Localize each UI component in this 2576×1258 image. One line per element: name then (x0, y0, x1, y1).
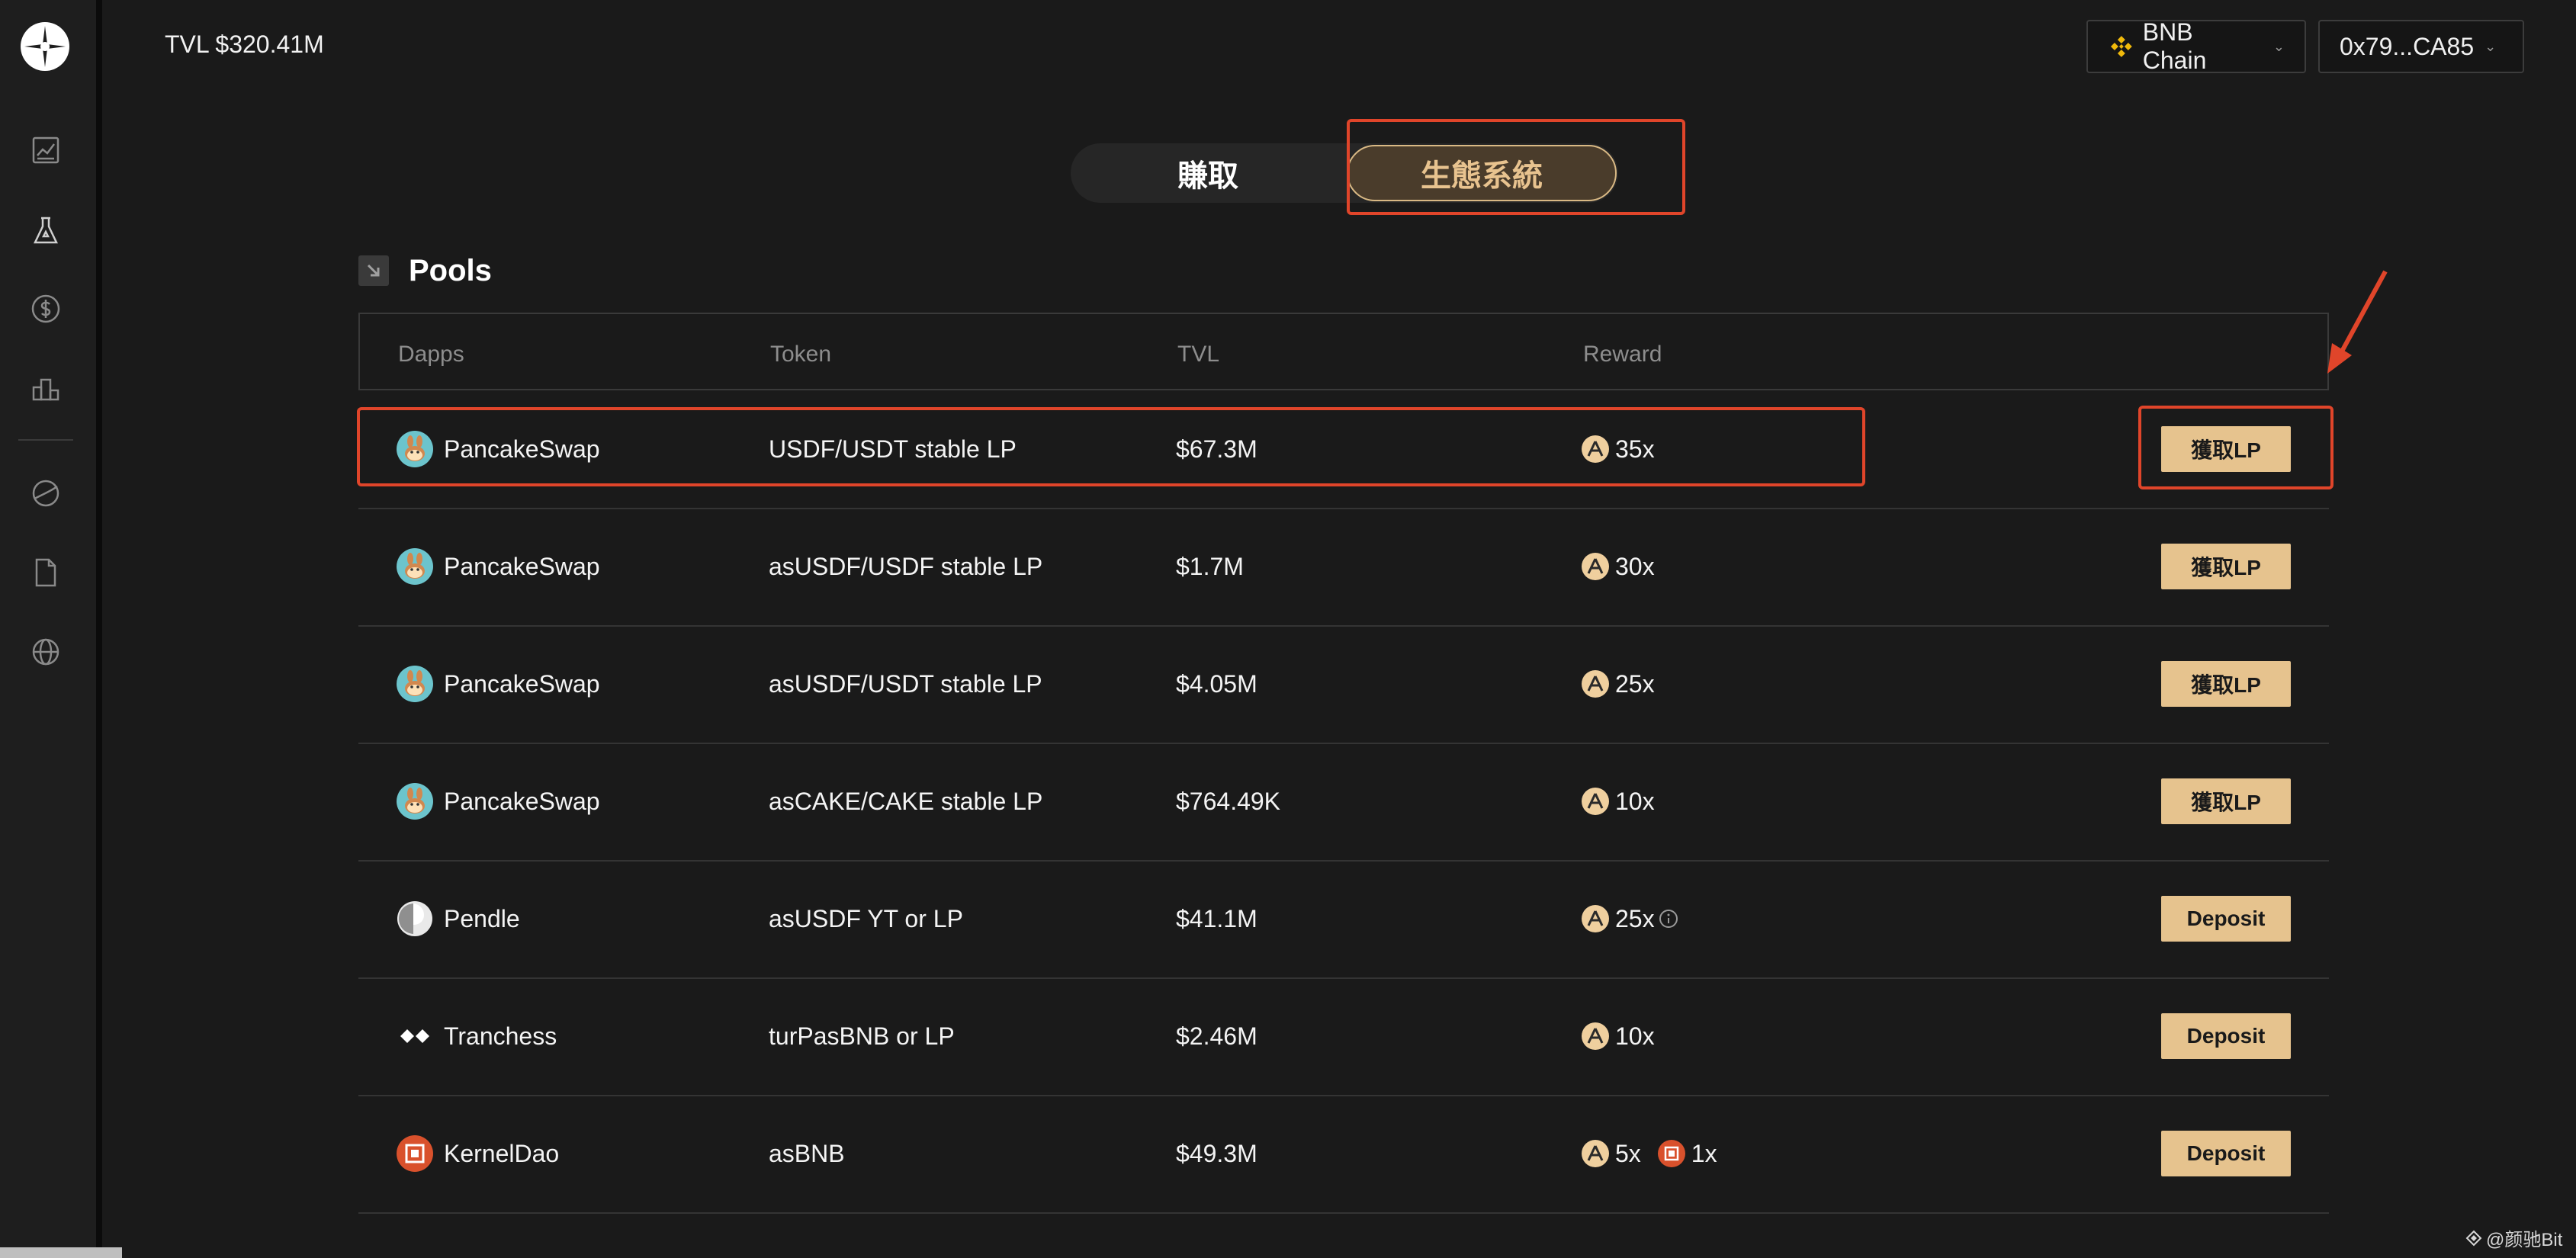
globe-icon[interactable] (28, 634, 63, 669)
chart-icon[interactable] (28, 133, 63, 168)
chain-selector[interactable]: BNB Chain ⌄ (2086, 18, 2306, 74)
watermark: @颜驰Bit (2465, 1224, 2562, 1251)
annotation-highlight-row (357, 407, 1865, 486)
sidebar (0, 0, 96, 1258)
table-row: Pendle asUSDF YT or LP $41.1M 25x Deposi… (358, 860, 2329, 979)
token-name: asUSDF/USDT stable LP (769, 669, 1042, 698)
reward-multiplier: 5x (1615, 1139, 1641, 1167)
deposit-button[interactable]: Deposit (2161, 1013, 2291, 1059)
info-icon[interactable] (1658, 908, 1679, 929)
leaderboard-icon[interactable] (28, 371, 63, 406)
chain-label: BNB Chain (2142, 18, 2207, 74)
aster-token-icon (1582, 905, 1609, 932)
pool-tvl: $2.46M (1176, 1022, 1257, 1050)
tranchess-icon (397, 1018, 433, 1054)
token-name: asCAKE/CAKE stable LP (769, 787, 1043, 815)
pendle-icon (397, 900, 433, 937)
arrow-down-right-icon (358, 255, 389, 286)
total-tvl: TVL $320.41M (165, 30, 324, 58)
aster-token-icon (1582, 788, 1609, 815)
pool-tvl: $1.7M (1176, 552, 1244, 580)
tab-earn[interactable]: 賺取 (1071, 143, 1345, 203)
reward-multiplier: 10x (1615, 787, 1655, 815)
dapp-name: PancakeSwap (444, 669, 600, 698)
kerneldao-icon (397, 1135, 433, 1172)
table-row: PancakeSwap asUSDF/USDT stable LP $4.05M… (358, 625, 2329, 744)
dapp-name: Tranchess (444, 1022, 557, 1050)
get-lp-button[interactable]: 獲取LP (2161, 661, 2291, 707)
table-row: PancakeSwap asUSDF/USDF stable LP $1.7M … (358, 508, 2329, 627)
dapp-name: Pendle (444, 904, 520, 932)
pool-tvl: $41.1M (1176, 904, 1257, 932)
aster-token-icon (1582, 1140, 1609, 1167)
reward-multiplier: 25x (1615, 669, 1655, 698)
sidebar-divider (18, 439, 73, 441)
chevron-down-icon: ⌄ (2272, 38, 2285, 54)
reward-multiplier-secondary: 1x (1691, 1139, 1717, 1167)
dollar-icon[interactable] (28, 291, 63, 326)
reward-multiplier: 25x (1615, 904, 1655, 932)
document-icon[interactable] (28, 555, 63, 590)
watermark-text: @颜驰Bit (2486, 1230, 2563, 1250)
reward-multiplier: 30x (1615, 552, 1655, 580)
token-name: asBNB (769, 1139, 845, 1167)
wallet-button[interactable]: 0x79...CA85 ⌄ (2318, 20, 2524, 73)
annotation-arrow-icon (2327, 270, 2388, 374)
aster-token-icon (1582, 553, 1609, 580)
wallet-address: 0x79...CA85 (2340, 32, 2475, 60)
column-header-tvl: TVL (1177, 342, 1220, 367)
dapp-name: PancakeSwap (444, 787, 600, 815)
diamond-icon (2465, 1230, 2482, 1246)
bottom-strip (0, 1247, 122, 1258)
pancakeswap-icon (397, 666, 433, 702)
reward-multiplier: 10x (1615, 1022, 1655, 1050)
token-name: asUSDF/USDF stable LP (769, 552, 1043, 580)
pancakeswap-icon (397, 783, 433, 820)
column-header-token: Token (770, 342, 832, 367)
pools-title: Pools (409, 253, 492, 287)
pools-table-header: Dapps Token TVL Reward (358, 313, 2329, 390)
kernel-token-icon (1657, 1140, 1685, 1167)
column-header-dapps: Dapps (398, 342, 464, 367)
dapp-name: KernelDao (444, 1139, 560, 1167)
deposit-button[interactable]: Deposit (2161, 896, 2291, 942)
pancakeswap-icon (397, 548, 433, 585)
pool-tvl: $49.3M (1176, 1139, 1257, 1167)
table-row: Tranchess turPasBNB or LP $2.46M 10x Dep… (358, 977, 2329, 1096)
sidebar-edge (96, 0, 102, 1258)
pools-header: Pools (358, 252, 492, 290)
aster-token-icon (1582, 670, 1609, 698)
aster-token-icon (1582, 1022, 1609, 1050)
get-lp-button[interactable]: 獲取LP (2161, 778, 2291, 824)
deposit-button[interactable]: Deposit (2161, 1131, 2291, 1176)
app-logo-icon[interactable] (20, 21, 70, 72)
chevron-down-icon: ⌄ (2484, 38, 2497, 54)
annotation-highlight-tab (1347, 119, 1685, 215)
table-row: KernelDao asBNB $49.3M 5x 1x Deposit (358, 1095, 2329, 1214)
bnb-icon (2110, 36, 2132, 57)
table-row: PancakeSwap asCAKE/CAKE stable LP $764.4… (358, 743, 2329, 862)
token-name: asUSDF YT or LP (769, 904, 963, 932)
get-lp-button[interactable]: 獲取LP (2161, 544, 2291, 589)
pool-tvl: $764.49K (1176, 787, 1281, 815)
dapp-name: PancakeSwap (444, 552, 600, 580)
column-header-reward: Reward (1583, 342, 1662, 367)
flask-icon[interactable] (28, 213, 63, 249)
pool-tvl: $4.05M (1176, 669, 1257, 698)
token-name: turPasBNB or LP (769, 1022, 955, 1050)
annotation-highlight-button (2138, 406, 2333, 489)
planet-icon[interactable] (28, 476, 63, 511)
